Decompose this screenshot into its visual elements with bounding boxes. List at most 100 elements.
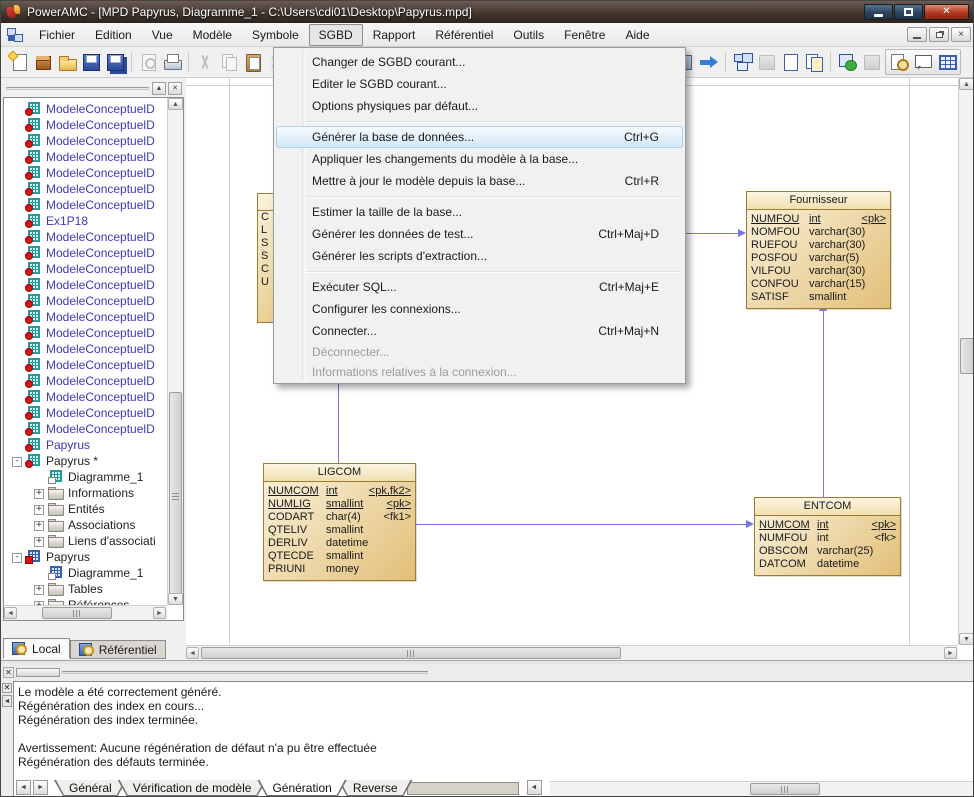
- open-workspace-icon[interactable]: [32, 51, 54, 73]
- tree-expander[interactable]: [11, 357, 24, 373]
- mdi-child-icon[interactable]: [7, 28, 23, 42]
- tree-expander[interactable]: [11, 197, 24, 213]
- panel-pin-button[interactable]: ▲: [152, 82, 166, 95]
- tree-expander[interactable]: [33, 533, 46, 549]
- tree-expander[interactable]: [11, 405, 24, 421]
- sgbd-menu-item[interactable]: [274, 267, 685, 276]
- tree-item[interactable]: ModeleConceptuelD: [5, 149, 166, 165]
- sgbd-menu-item[interactable]: [274, 192, 685, 201]
- table-entcom[interactable]: ENTCOM NUMCOM int <pk> NUMFOU int <fk> O…: [754, 497, 901, 576]
- output-tab[interactable]: Vérification de modèle: [118, 780, 267, 796]
- tree-item[interactable]: Entités: [5, 501, 166, 517]
- tree-item[interactable]: Liens d'associati: [5, 533, 166, 549]
- tree-item[interactable]: Tables: [5, 581, 166, 597]
- reverse-icon[interactable]: [860, 51, 882, 73]
- tree-item[interactable]: ModeleConceptuelD: [5, 165, 166, 181]
- tree-expander[interactable]: [33, 469, 46, 485]
- tree-item[interactable]: ModeleConceptuelD: [5, 101, 166, 117]
- tree-item[interactable]: ModeleConceptuelD: [5, 309, 166, 325]
- tree-item[interactable]: ModeleConceptuelD: [5, 133, 166, 149]
- menubar-item[interactable]: Aide: [615, 24, 659, 46]
- tree-item[interactable]: ModeleConceptuelD: [5, 325, 166, 341]
- paste-icon[interactable]: [242, 51, 264, 73]
- tree-vscroll-thumb[interactable]: [169, 392, 182, 602]
- reference-connector[interactable]: [686, 233, 739, 234]
- reference-connector[interactable]: [416, 524, 746, 525]
- tree-hscroll-thumb[interactable]: [42, 607, 112, 619]
- browser-panel-header[interactable]: ▲ ✕: [3, 81, 184, 96]
- tree-item[interactable]: Ex1P18: [5, 213, 166, 229]
- tree-expander[interactable]: [11, 117, 24, 133]
- tabs-scroll-left-icon[interactable]: ◄: [16, 780, 31, 795]
- tree-expander[interactable]: [11, 549, 24, 565]
- menubar-item[interactable]: Edition: [85, 24, 142, 46]
- menubar-item[interactable]: SGBD: [309, 24, 363, 46]
- pages-icon[interactable]: [803, 51, 825, 73]
- output-tab[interactable]: Général: [54, 780, 127, 796]
- menubar-item[interactable]: Symbole: [242, 24, 309, 46]
- page-icon[interactable]: [779, 51, 801, 73]
- tree-vertical-scrollbar[interactable]: ▲ ▼: [167, 98, 183, 605]
- tree-item[interactable]: Papyrus *: [5, 453, 166, 469]
- tree-item[interactable]: Diagramme_1: [5, 565, 166, 581]
- output-horizontal-scrollbar[interactable]: [550, 781, 974, 796]
- tree-expander[interactable]: [11, 165, 24, 181]
- tree-expander[interactable]: [11, 293, 24, 309]
- panel-close-button[interactable]: ✕: [168, 82, 182, 95]
- tree-expander[interactable]: [11, 245, 24, 261]
- tree-expander[interactable]: [11, 213, 24, 229]
- tree-item[interactable]: ModeleConceptuelD: [5, 341, 166, 357]
- reference-connector[interactable]: [823, 311, 824, 497]
- object-grid-icon[interactable]: [936, 51, 958, 73]
- tree-item[interactable]: Diagramme_1: [5, 469, 166, 485]
- mdi-minimize-button[interactable]: [907, 27, 927, 42]
- scroll-up-icon[interactable]: ▲: [959, 78, 974, 90]
- tree-expander[interactable]: [11, 133, 24, 149]
- output-hscroll-thumb[interactable]: [750, 783, 820, 795]
- scroll-up-icon[interactable]: ▲: [168, 98, 183, 110]
- tree-item[interactable]: Papyrus: [5, 549, 166, 565]
- cut-icon[interactable]: [194, 51, 216, 73]
- tabs-scroll-right-icon[interactable]: ►: [33, 780, 48, 795]
- menubar-item[interactable]: Modèle: [183, 24, 242, 46]
- tree-expander[interactable]: [11, 149, 24, 165]
- output-close-icon[interactable]: ✕: [2, 683, 12, 693]
- tree-expander[interactable]: [11, 437, 24, 453]
- sgbd-menu-item[interactable]: Générer la base de données... Ctrl+G: [274, 126, 685, 148]
- canvas-hscroll-thumb[interactable]: [201, 647, 621, 659]
- canvas-vscroll-thumb[interactable]: [960, 338, 974, 374]
- open-folder-icon[interactable]: [56, 51, 78, 73]
- tree-expander[interactable]: [11, 325, 24, 341]
- tree-item[interactable]: Informations: [5, 485, 166, 501]
- result-list-icon[interactable]: [912, 51, 934, 73]
- tree-horizontal-scrollbar[interactable]: ◄ ►: [4, 605, 167, 620]
- link-arrow-icon[interactable]: [698, 51, 720, 73]
- scroll-down-icon[interactable]: ▼: [959, 633, 974, 645]
- mdi-restore-button[interactable]: [929, 27, 949, 42]
- tree-item[interactable]: ModeleConceptuelD: [5, 245, 166, 261]
- sgbd-menu-item[interactable]: Editer le SGBD courant...: [274, 73, 685, 95]
- tree-expander[interactable]: [33, 517, 46, 533]
- tree-expander[interactable]: [11, 277, 24, 293]
- tree-expander[interactable]: [11, 261, 24, 277]
- menubar-item[interactable]: Fenêtre: [554, 24, 615, 46]
- mdi-close-button[interactable]: ×: [951, 27, 971, 42]
- check-model-icon[interactable]: [731, 51, 753, 73]
- sgbd-menu-item[interactable]: Exécuter SQL... Ctrl+Maj+E: [274, 276, 685, 298]
- minimize-button[interactable]: [864, 4, 893, 20]
- sgbd-menu-item[interactable]: Connecter... Ctrl+Maj+N: [274, 320, 685, 342]
- sgbd-menu-item[interactable]: Estimer la taille de la base...: [274, 201, 685, 223]
- sgbd-menu-item[interactable]: Générer les données de test... Ctrl+Maj+…: [274, 223, 685, 245]
- strip-close-icon[interactable]: ✕: [3, 667, 14, 678]
- scroll-right-icon[interactable]: ►: [153, 607, 166, 619]
- strip-thumb[interactable]: [16, 668, 60, 677]
- scroll-right-icon[interactable]: ►: [944, 647, 957, 659]
- sgbd-menu-item[interactable]: Générer les scripts d'extraction...: [274, 245, 685, 267]
- browser-tab[interactable]: Référentiel: [70, 640, 166, 659]
- merge-model-icon[interactable]: [755, 51, 777, 73]
- tree-expander[interactable]: [33, 565, 46, 581]
- find-objects-icon[interactable]: [888, 51, 910, 73]
- save-all-icon[interactable]: [104, 51, 126, 73]
- maximize-button[interactable]: [894, 4, 923, 20]
- tree-expander[interactable]: [11, 229, 24, 245]
